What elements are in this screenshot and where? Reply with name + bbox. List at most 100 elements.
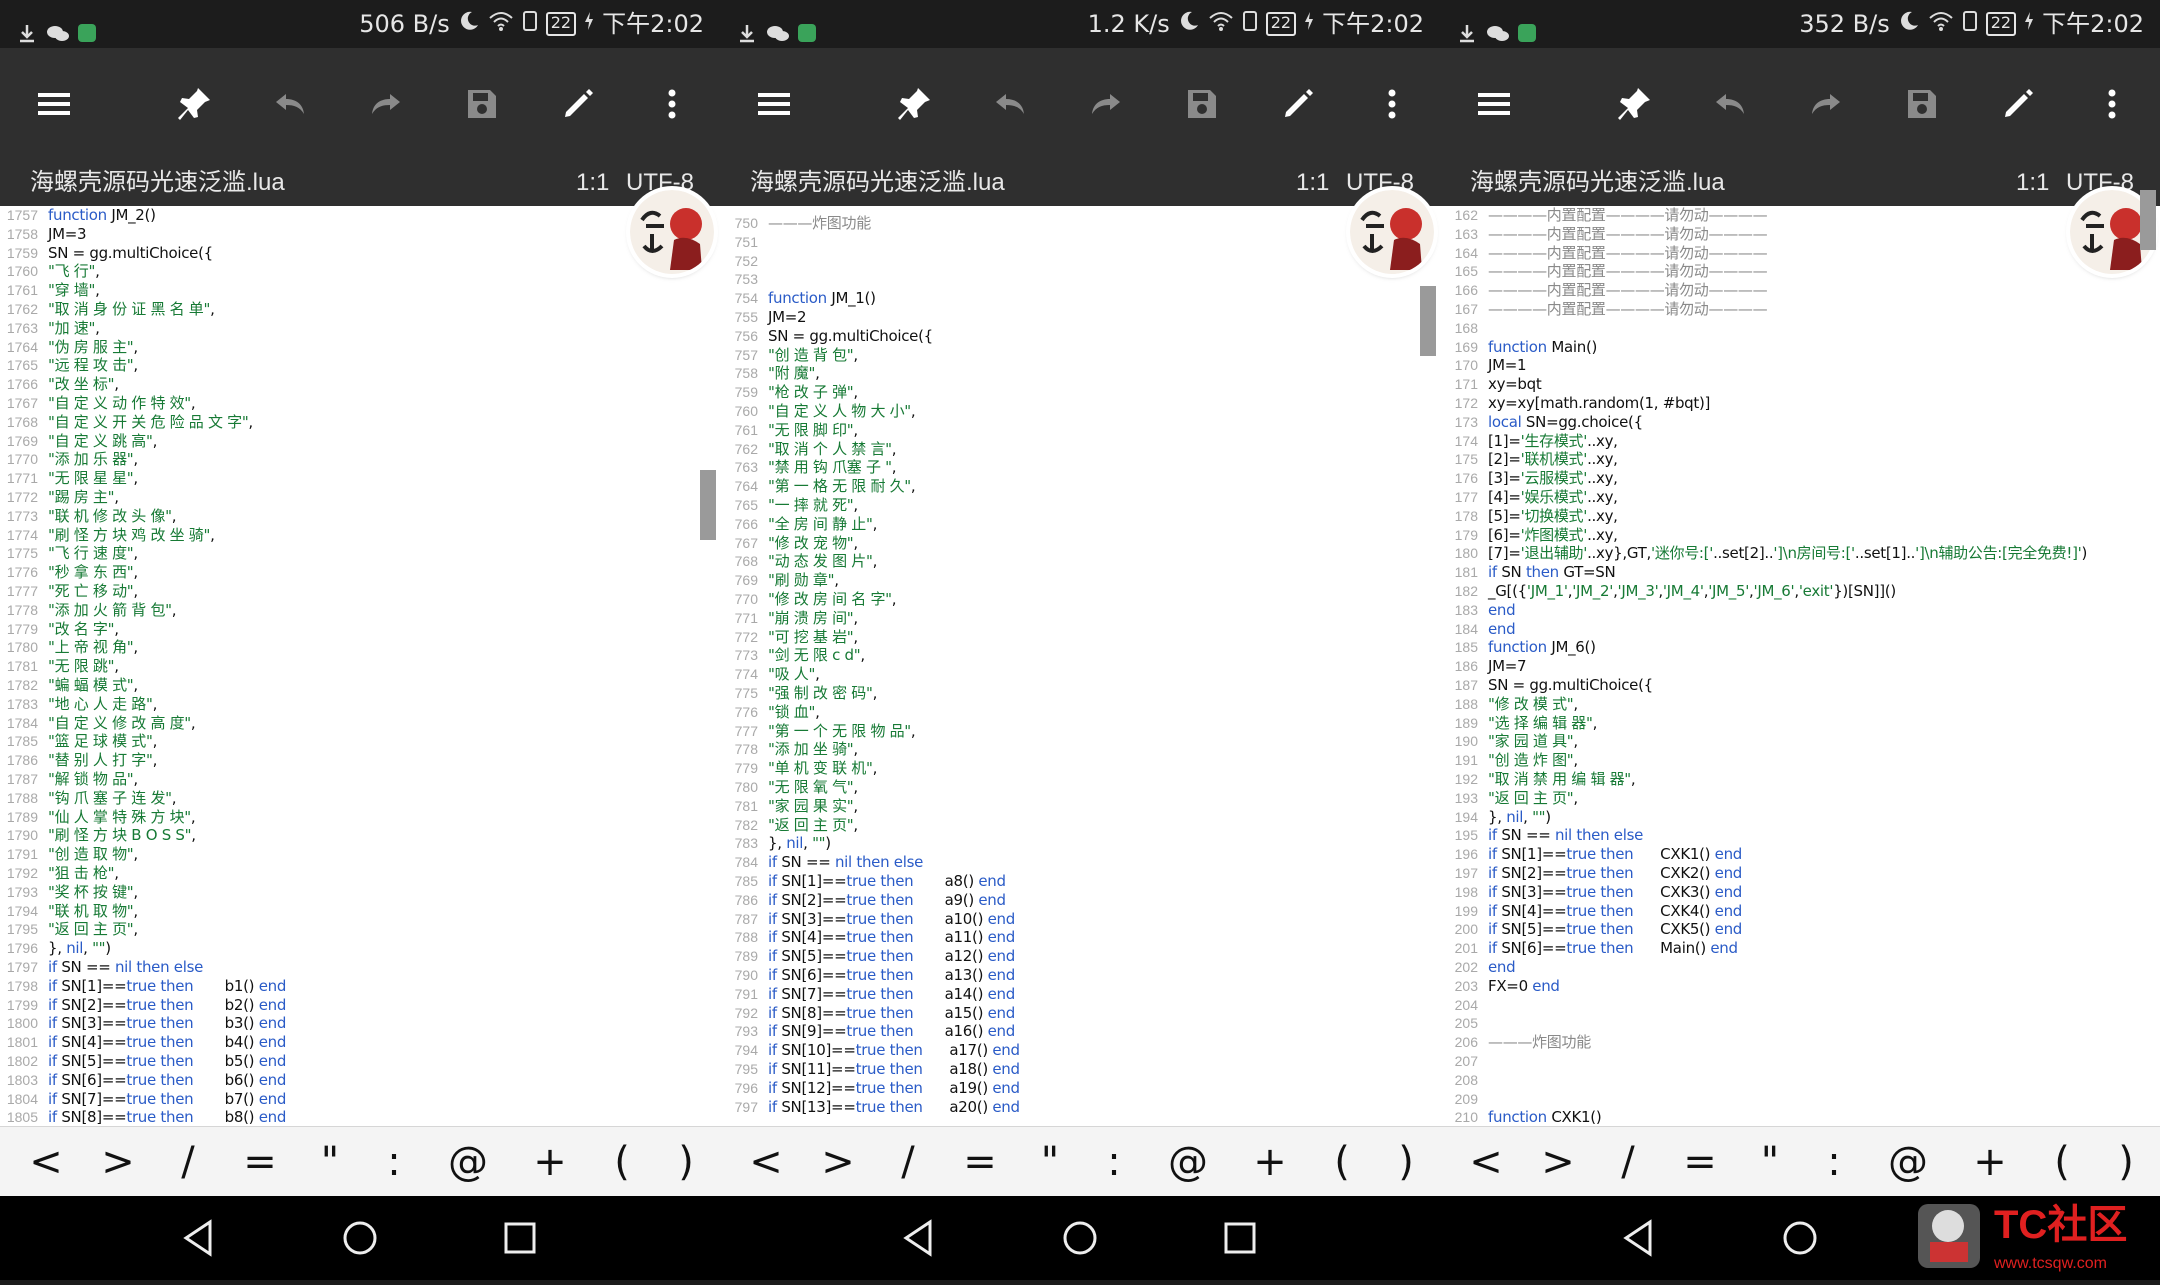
symbol-key[interactable]: > — [92, 1127, 144, 1196]
symbol-key[interactable]: @ — [1882, 1127, 1934, 1196]
symbol-key[interactable]: < — [740, 1127, 792, 1196]
redo-button[interactable] — [1798, 76, 1854, 132]
menu-button[interactable] — [26, 76, 82, 132]
symbol-key[interactable]: ( — [1316, 1127, 1368, 1196]
cursor-position: 1:1 — [2016, 169, 2050, 196]
nav-home-button[interactable] — [336, 1214, 384, 1262]
symbol-key[interactable]: = — [1674, 1127, 1726, 1196]
code-line: 208 — [1440, 1071, 2160, 1090]
symbol-key[interactable]: + — [1964, 1127, 2016, 1196]
symbol-key[interactable]: > — [812, 1127, 864, 1196]
pin-icon — [178, 88, 210, 120]
pin-button[interactable] — [166, 76, 222, 132]
undo-button[interactable] — [982, 76, 1038, 132]
symbol-key[interactable]: ) — [2100, 1127, 2152, 1196]
symbol-key[interactable]: / — [882, 1127, 934, 1196]
symbol-key[interactable]: " — [1744, 1127, 1796, 1196]
line-number: 770 — [734, 591, 758, 607]
redo-button[interactable] — [358, 76, 414, 132]
line-number: 202 — [1454, 959, 1478, 975]
line-number: 1790 — [6, 827, 38, 844]
scrollbar-thumb[interactable] — [700, 470, 716, 540]
symbol-key[interactable]: " — [1024, 1127, 1076, 1196]
sim-icon — [1962, 0, 1978, 48]
file-name[interactable]: 海螺壳源码光速泛滥.lua — [30, 160, 285, 206]
symbol-key[interactable]: > — [1532, 1127, 1584, 1196]
code-editor[interactable]: 1757 function JM_2() 1758 JM=3 1759 SN = gg.m… — [0, 206, 720, 1126]
symbol-key[interactable]: = — [954, 1127, 1006, 1196]
symbol-key[interactable]: : — [1808, 1127, 1860, 1196]
symbol-key[interactable]: ) — [660, 1127, 712, 1196]
symbol-key[interactable]: + — [524, 1127, 576, 1196]
code-line: 186 JM=7 — [1440, 657, 2160, 676]
symbol-key[interactable]: " — [304, 1127, 356, 1196]
edit-button[interactable] — [1990, 76, 2046, 132]
save-button[interactable] — [1894, 76, 1950, 132]
file-name[interactable]: 海螺壳源码光速泛滥.lua — [750, 160, 1005, 206]
code-line: 1792 "狙 击 枪", — [0, 864, 720, 883]
symbol-key[interactable]: + — [1244, 1127, 1296, 1196]
nav-home-button[interactable] — [1056, 1214, 1104, 1262]
more-button[interactable] — [2084, 76, 2140, 132]
line-code: FX=0 end — [1488, 976, 1560, 995]
line-code: "联 机 修 改 头 像", — [48, 506, 177, 525]
symbol-key[interactable]: < — [20, 1127, 72, 1196]
symbol-key[interactable]: < — [1460, 1127, 1512, 1196]
symbol-key[interactable]: ( — [2036, 1127, 2088, 1196]
recents-square-icon — [504, 1222, 536, 1254]
floating-avatar[interactable] — [630, 190, 714, 274]
save-button[interactable] — [1174, 76, 1230, 132]
code-line: 1767 "自 定 义 动 作 特 效", — [0, 394, 720, 413]
menu-button[interactable] — [746, 76, 802, 132]
floating-avatar[interactable] — [1350, 190, 1434, 274]
nav-recents-button[interactable] — [1216, 1214, 1264, 1262]
symbol-key[interactable]: / — [1602, 1127, 1654, 1196]
symbol-key[interactable]: : — [1088, 1127, 1140, 1196]
code-editor[interactable]: 162 ————内置配置————请勿动———— 163 ————内置配置————请勿动… — [1440, 206, 2160, 1126]
pin-button[interactable] — [886, 76, 942, 132]
line-number: 173 — [1454, 413, 1478, 430]
code-line: 778 "添 加 坐 骑", — [720, 740, 1440, 759]
clock-time: 下午2:02 — [602, 10, 704, 38]
line-number: 754 — [734, 290, 758, 307]
nav-back-button[interactable] — [1616, 1214, 1664, 1262]
menu-button[interactable] — [1466, 76, 1522, 132]
code-line: 785 if SN[1]==true then a8() end — [720, 872, 1440, 891]
line-number: 1778 — [6, 601, 38, 618]
code-editor[interactable]: 750 ———炸图功能 751 752 753 754 function JM_1() 755… — [720, 206, 1440, 1126]
nav-back-button[interactable] — [176, 1214, 224, 1262]
line-code: if SN[4]==true then a11() end — [768, 928, 1015, 947]
nav-home-button[interactable] — [1776, 1214, 1824, 1262]
scrollbar-thumb[interactable] — [1420, 286, 1436, 356]
symbol-key[interactable]: / — [162, 1127, 214, 1196]
more-button[interactable] — [1364, 76, 1420, 132]
save-button[interactable] — [454, 76, 510, 132]
line-number: 178 — [1454, 507, 1478, 524]
nav-back-button[interactable] — [896, 1214, 944, 1262]
line-code: "禁 用 钩 爪塞 子 ", — [768, 458, 897, 477]
symbol-key[interactable]: : — [368, 1127, 420, 1196]
symbol-key[interactable]: = — [234, 1127, 286, 1196]
status-notifications — [1456, 0, 1538, 48]
redo-icon — [372, 94, 400, 114]
symbol-key[interactable]: ) — [1380, 1127, 1432, 1196]
line-code: "替 别 人 打 字", — [48, 751, 158, 770]
symbol-key[interactable]: ( — [596, 1127, 648, 1196]
line-number: 1765 — [6, 357, 38, 374]
code-line: 181 if SN then GT=SN — [1440, 563, 2160, 582]
pin-button[interactable] — [1606, 76, 1662, 132]
symbol-key[interactable]: @ — [1162, 1127, 1214, 1196]
nav-recents-button[interactable] — [496, 1214, 544, 1262]
edit-button[interactable] — [1270, 76, 1326, 132]
more-button[interactable] — [644, 76, 700, 132]
symbol-key[interactable]: @ — [442, 1127, 494, 1196]
code-line: 1776 "秒 拿 东 西", — [0, 563, 720, 582]
line-code: if SN[6]==true then Main() end — [1488, 939, 1738, 958]
redo-button[interactable] — [1078, 76, 1134, 132]
undo-button[interactable] — [262, 76, 318, 132]
edit-button[interactable] — [550, 76, 606, 132]
undo-button[interactable] — [1702, 76, 1758, 132]
scrollbar-thumb[interactable] — [2140, 190, 2156, 250]
file-name[interactable]: 海螺壳源码光速泛滥.lua — [1470, 160, 1725, 206]
code-line: 1787 "解 锁 物 品", — [0, 770, 720, 789]
